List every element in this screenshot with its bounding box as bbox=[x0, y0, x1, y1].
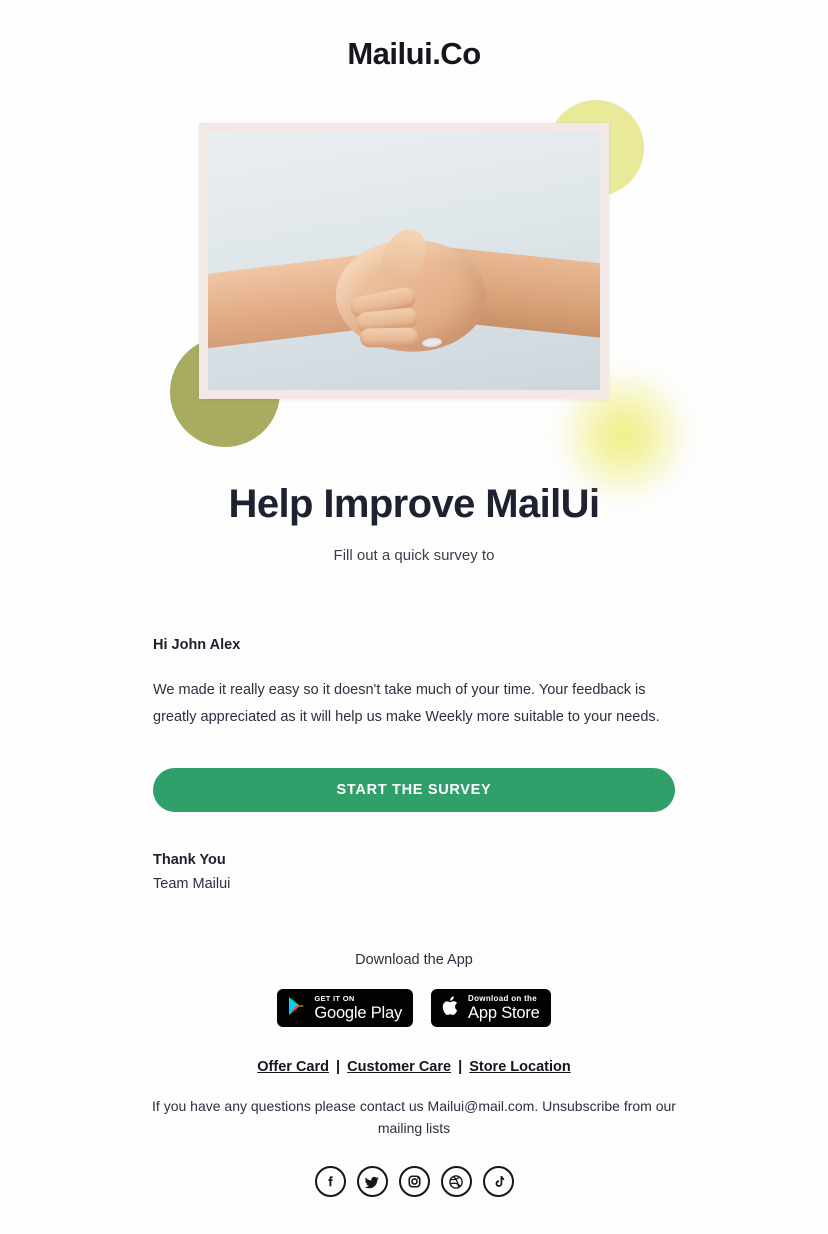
footer: Download the App GET IT ON Google Play D… bbox=[0, 892, 828, 1197]
app-store-small-label: Download on the bbox=[468, 993, 537, 1003]
social-links bbox=[0, 1166, 828, 1197]
footer-links: Offer Card | Customer Care | Store Locat… bbox=[0, 1059, 828, 1075]
google-play-icon bbox=[288, 996, 306, 1021]
start-survey-button[interactable]: START THE SURVEY bbox=[153, 768, 675, 812]
app-badges: GET IT ON Google Play Download on the Ap… bbox=[0, 989, 828, 1027]
hero-image-frame bbox=[199, 123, 609, 399]
brand-logo: Mailui.Co bbox=[347, 36, 481, 71]
finger-shape bbox=[359, 327, 419, 348]
twitter-icon[interactable] bbox=[356, 1166, 388, 1197]
logo-row: Mailui.Co bbox=[0, 0, 828, 72]
signoff-team: Team Mailui bbox=[153, 876, 231, 892]
body-block: Hi John Alex We made it really easy so i… bbox=[153, 564, 675, 731]
page-title: Help Improve MailUi bbox=[228, 482, 601, 526]
handshake-photo bbox=[208, 132, 600, 390]
google-play-text: GET IT ON Google Play bbox=[314, 995, 402, 1021]
link-offer-card[interactable]: Offer Card bbox=[257, 1059, 329, 1075]
download-app-label: Download the App bbox=[355, 952, 473, 968]
signoff-block: Thank You Team Mailui bbox=[153, 812, 675, 892]
email-body: Mailui.Co Help Improve MailUi Fill out a… bbox=[0, 0, 828, 1234]
page-subtitle: Fill out a quick survey to bbox=[333, 547, 495, 564]
link-customer-care[interactable]: Customer Care bbox=[347, 1059, 451, 1075]
link-store-location[interactable]: Store Location bbox=[469, 1059, 571, 1075]
instagram-icon[interactable] bbox=[398, 1166, 430, 1197]
greeting-text: Hi John Alex bbox=[153, 637, 241, 653]
facebook-icon[interactable] bbox=[314, 1166, 346, 1197]
app-store-big-label: App Store bbox=[468, 1003, 540, 1022]
signoff-title: Thank You bbox=[153, 852, 226, 868]
contact-text: If you have any questions please contact… bbox=[152, 1098, 676, 1136]
apple-icon bbox=[442, 995, 460, 1022]
tiktok-icon[interactable] bbox=[482, 1166, 514, 1197]
link-separator: | bbox=[458, 1059, 463, 1075]
body-paragraph: We made it really easy so it doesn't tak… bbox=[153, 682, 660, 725]
google-play-small-label: GET IT ON bbox=[314, 994, 355, 1003]
google-play-badge[interactable]: GET IT ON Google Play bbox=[277, 989, 414, 1027]
app-store-text: Download on the App Store bbox=[468, 993, 540, 1022]
google-play-big-label: Google Play bbox=[314, 1003, 403, 1022]
hero-section bbox=[0, 92, 828, 502]
dribbble-icon[interactable] bbox=[440, 1166, 472, 1197]
app-store-badge[interactable]: Download on the App Store bbox=[431, 989, 551, 1027]
link-separator: | bbox=[336, 1059, 341, 1075]
